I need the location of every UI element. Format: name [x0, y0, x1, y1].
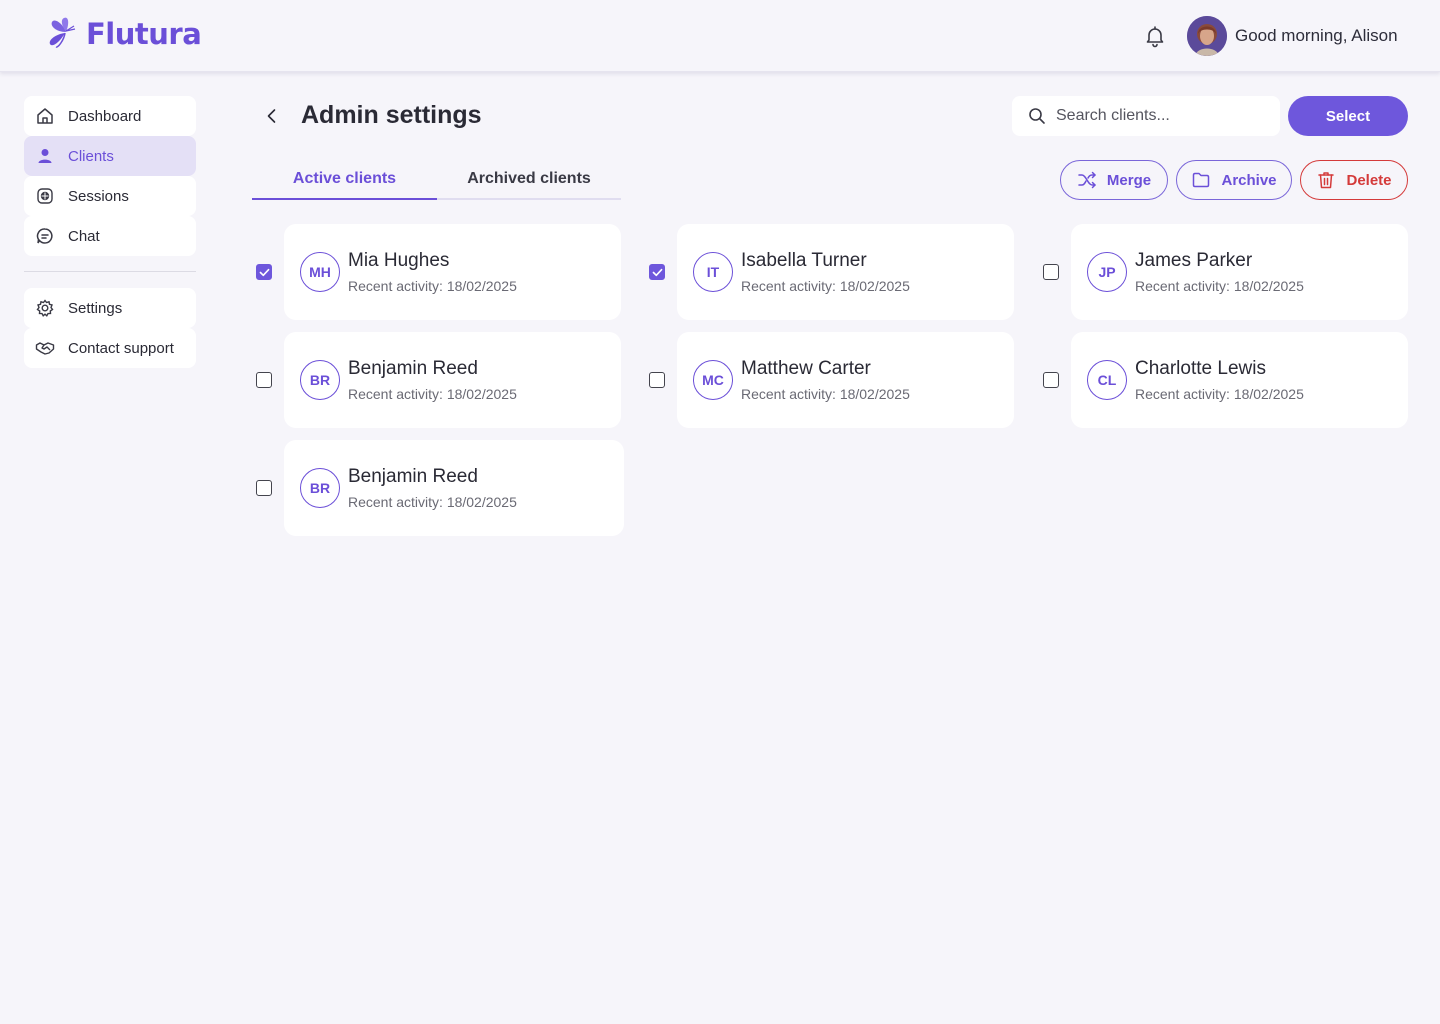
- brand-logo[interactable]: Flutura: [44, 16, 202, 52]
- archive-label: Archive: [1221, 171, 1277, 189]
- top-header: Flutura Good morning, Alison: [0, 0, 1440, 72]
- sidebar-item-label: Dashboard: [68, 107, 142, 125]
- client-name: Mia Hughes: [348, 250, 450, 271]
- client-name: James Parker: [1135, 250, 1253, 271]
- check-icon: [259, 268, 269, 276]
- sidebar-item-label: Settings: [68, 299, 123, 317]
- client-checkbox[interactable]: [256, 264, 272, 280]
- tab-label: Archived clients: [467, 170, 591, 187]
- user-icon: [38, 149, 52, 163]
- client-initials-avatar: BR: [300, 468, 340, 508]
- client-card[interactable]: MC Matthew Carter Recent activity: 18/02…: [677, 332, 1014, 428]
- home-icon: [37, 108, 53, 124]
- tab-label: Active clients: [292, 170, 397, 187]
- sidebar-divider: [24, 271, 196, 272]
- sidebar-item-clients[interactable]: Clients: [24, 136, 196, 176]
- sidebar-item-label: Clients: [68, 147, 114, 165]
- client-card[interactable]: IT Isabella Turner Recent activity: 18/0…: [677, 224, 1014, 320]
- check-icon: [652, 268, 662, 276]
- sidebar-item-sessions[interactable]: Sessions: [24, 176, 196, 216]
- trash-icon: [1318, 172, 1335, 189]
- client-name: Isabella Turner: [741, 250, 867, 271]
- client-activity: Recent activity: 18/02/2025: [348, 494, 517, 510]
- search-input[interactable]: [1056, 107, 1266, 125]
- handshake-icon: [35, 342, 55, 355]
- client-initials-avatar: BR: [300, 360, 340, 400]
- sidebar-item-chat[interactable]: Chat: [24, 216, 196, 256]
- client-checkbox[interactable]: [649, 372, 665, 388]
- client-activity: Recent activity: 18/02/2025: [741, 386, 910, 402]
- avatar[interactable]: [1187, 16, 1227, 56]
- search-icon: [1029, 108, 1045, 124]
- page-title: Admin settings: [301, 101, 482, 129]
- client-initials-avatar: CL: [1087, 360, 1127, 400]
- client-activity: Recent activity: 18/02/2025: [741, 278, 910, 294]
- client-checkbox[interactable]: [1043, 372, 1059, 388]
- tab-active-clients[interactable]: Active clients: [252, 160, 437, 200]
- client-initials-avatar: MC: [693, 360, 733, 400]
- bell-icon[interactable]: [1143, 24, 1167, 48]
- client-card[interactable]: JP James Parker Recent activity: 18/02/2…: [1071, 224, 1408, 320]
- sidebar-item-label: Contact support: [68, 339, 174, 357]
- merge-label: Merge: [1106, 171, 1152, 189]
- client-initials-avatar: IT: [693, 252, 733, 292]
- sidebar-item-label: Chat: [68, 227, 100, 245]
- sidebar-item-settings[interactable]: Settings: [24, 288, 196, 328]
- client-name: Benjamin Reed: [348, 358, 478, 379]
- client-initials-avatar: MH: [300, 252, 340, 292]
- client-card[interactable]: CL Charlotte Lewis Recent activity: 18/0…: [1071, 332, 1408, 428]
- select-button[interactable]: Select: [1288, 96, 1408, 136]
- client-name: Charlotte Lewis: [1135, 358, 1266, 379]
- client-activity: Recent activity: 18/02/2025: [1135, 278, 1304, 294]
- greeting-text: Good morning, Alison: [1235, 26, 1398, 45]
- client-activity: Recent activity: 18/02/2025: [348, 386, 517, 402]
- client-name: Benjamin Reed: [348, 466, 478, 487]
- sessions-icon: [37, 188, 53, 204]
- sidebar-item-dashboard[interactable]: Dashboard: [24, 96, 196, 136]
- client-name: Matthew Carter: [741, 358, 871, 379]
- sidebar-item-label: Sessions: [68, 187, 129, 205]
- search-box[interactable]: [1012, 96, 1280, 136]
- chat-icon: [36, 228, 53, 244]
- brand-name: Flutura: [86, 17, 202, 51]
- gear-icon: [36, 299, 54, 317]
- client-card[interactable]: MH Mia Hughes Recent activity: 18/02/202…: [284, 224, 621, 320]
- client-card[interactable]: BR Benjamin Reed Recent activity: 18/02/…: [284, 332, 621, 428]
- client-card[interactable]: BR Benjamin Reed Recent activity: 18/02/…: [284, 440, 624, 536]
- client-checkbox[interactable]: [649, 264, 665, 280]
- shuffle-icon: [1078, 171, 1096, 189]
- client-checkbox[interactable]: [256, 480, 272, 496]
- client-activity: Recent activity: 18/02/2025: [1135, 386, 1304, 402]
- client-checkbox[interactable]: [256, 372, 272, 388]
- delete-button[interactable]: Delete: [1300, 160, 1408, 200]
- client-initials-avatar: JP: [1087, 252, 1127, 292]
- archive-button[interactable]: Archive: [1176, 160, 1292, 200]
- back-chevron-icon[interactable]: [262, 106, 282, 126]
- delete-label: Delete: [1346, 171, 1392, 189]
- butterfly-logo-icon: [49, 17, 76, 48]
- sidebar-item-contact-support[interactable]: Contact support: [24, 328, 196, 368]
- client-checkbox[interactable]: [1043, 264, 1059, 280]
- merge-button[interactable]: Merge: [1060, 160, 1168, 200]
- folder-icon: [1193, 172, 1210, 188]
- tab-archived-clients[interactable]: Archived clients: [437, 160, 621, 200]
- client-activity: Recent activity: 18/02/2025: [348, 278, 517, 294]
